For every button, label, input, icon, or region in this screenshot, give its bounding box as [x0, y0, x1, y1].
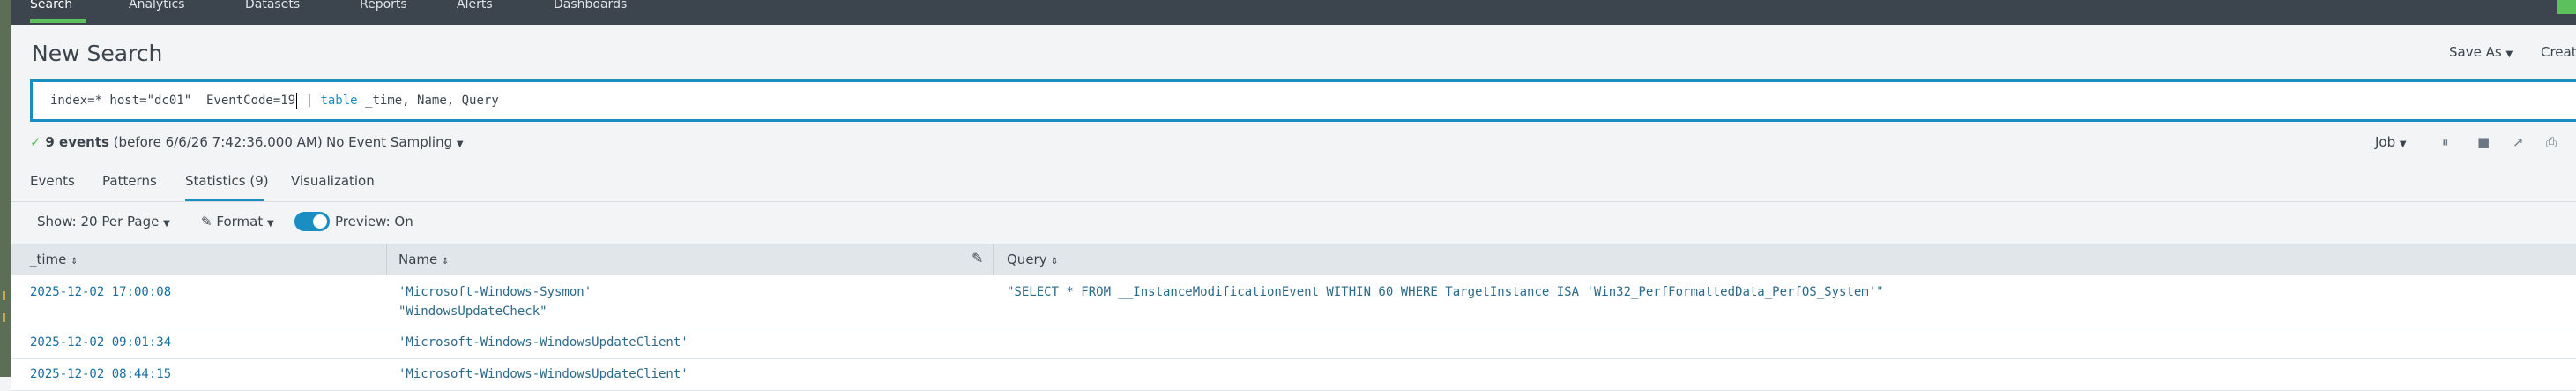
event-sampling-label: No Event Sampling	[326, 134, 453, 150]
preview-label: Preview: On	[335, 214, 413, 229]
chevron-down-icon: ▼	[267, 219, 274, 229]
query-command: table	[320, 94, 358, 108]
column-separator[interactable]	[993, 244, 994, 275]
chevron-down-icon: ▼	[2399, 139, 2407, 149]
tab-events[interactable]: Events	[30, 173, 75, 189]
query-suffix: _time, Name, Query	[357, 94, 499, 108]
chevron-down-icon: ▼	[456, 139, 464, 149]
event-sampling-dropdown[interactable]: No Event Sampling ▼	[326, 134, 464, 150]
tabs-divider	[11, 201, 2576, 202]
top-navigation: Search Analytics Datasets Reports Alerts…	[11, 0, 2576, 25]
table-row: 2025-12-02 09:01:34 'Microsoft-Windows-W…	[11, 327, 2576, 359]
share-icon[interactable]: ↗	[2513, 134, 2524, 150]
cell-time[interactable]: 2025-12-02 17:00:08	[30, 282, 171, 302]
cell-name[interactable]: 'Microsoft-Windows-Sysmon'	[398, 282, 592, 302]
nav-dashboards[interactable]: Dashboards	[554, 0, 627, 25]
search-timestamp: (before 6/6/26 7:42:36.000 AM)	[113, 134, 323, 150]
text-cursor	[296, 93, 298, 109]
column-label: _time	[30, 252, 67, 267]
nav-analytics[interactable]: Analytics	[129, 0, 185, 25]
left-desktop-strip	[0, 0, 11, 377]
pencil-icon: ✎	[201, 214, 212, 229]
column-header-query[interactable]: Query ⇕	[1007, 252, 1059, 267]
sort-icon: ⇕	[1051, 257, 1059, 267]
column-separator[interactable]	[386, 244, 387, 275]
cell-time[interactable]: 2025-12-02 09:01:34	[30, 333, 171, 352]
page-title: New Search	[32, 41, 163, 66]
cell-name[interactable]: 'Microsoft-Windows-WindowsUpdateClient'	[398, 333, 689, 352]
event-count: 9 events	[45, 134, 109, 150]
nav-active-indicator	[30, 19, 86, 23]
chevron-down-icon: ▼	[163, 219, 170, 229]
per-page-label: Show: 20 Per Page	[37, 214, 160, 229]
tab-statistics[interactable]: Statistics (9)	[185, 173, 269, 189]
search-input[interactable]: index=* host="dc01" EventCode=19 | table…	[30, 79, 2576, 122]
format-label: Format	[216, 214, 264, 229]
table-row: 2025-12-02 08:44:15 'Microsoft-Windows-W…	[11, 359, 2576, 391]
preview-toggle[interactable]	[294, 212, 330, 231]
create-button[interactable]: Creat	[2541, 44, 2576, 60]
job-label: Job	[2375, 134, 2396, 150]
check-icon: ✓	[30, 134, 41, 150]
chevron-down-icon: ▼	[2505, 49, 2513, 59]
pause-icon[interactable]: ⏸	[2442, 134, 2449, 150]
job-dropdown[interactable]: Job ▼	[2375, 134, 2407, 150]
cell-name[interactable]: 'Microsoft-Windows-WindowsUpdateClient'	[398, 365, 689, 384]
tab-patterns[interactable]: Patterns	[102, 173, 157, 189]
format-dropdown[interactable]: ✎ Format ▼	[201, 214, 274, 229]
save-as-label: Save As	[2449, 44, 2502, 60]
column-label: Name	[398, 252, 438, 267]
strip-marker	[3, 291, 5, 300]
nav-reports[interactable]: Reports	[360, 0, 407, 25]
table-header: _time ⇕ Name ⇕ ✎ Query ⇕	[11, 244, 2576, 275]
edit-column-icon[interactable]: ✎	[972, 250, 983, 267]
column-header-name[interactable]: Name ⇕	[398, 252, 449, 267]
cell-name[interactable]: "WindowsUpdateCheck"	[398, 302, 547, 321]
table-row: 2025-12-02 17:00:08 'Microsoft-Windows-S…	[11, 275, 2576, 327]
cell-time[interactable]: 2025-12-02 08:44:15	[30, 365, 171, 384]
app-corner-icon[interactable]	[2557, 0, 2576, 14]
stop-icon[interactable]: ■	[2477, 134, 2490, 150]
nav-alerts[interactable]: Alerts	[457, 0, 493, 25]
tab-visualization[interactable]: Visualization	[291, 173, 375, 189]
query-prefix: index=* host="dc01" EventCode=19	[50, 94, 296, 108]
print-icon[interactable]: ⎙	[2546, 134, 2557, 150]
search-page: Search Analytics Datasets Reports Alerts…	[11, 0, 2576, 391]
strip-marker	[3, 313, 5, 322]
results-summary: ✓ 9 events (before 6/6/26 7:42:36.000 AM…	[30, 134, 323, 150]
cell-query[interactable]: "SELECT * FROM __InstanceModificationEve…	[1007, 282, 1884, 302]
create-label: Creat	[2541, 44, 2576, 60]
query-pipe: |	[298, 94, 321, 108]
nav-datasets[interactable]: Datasets	[245, 0, 300, 25]
sort-icon: ⇕	[71, 257, 78, 267]
column-header-time[interactable]: _time ⇕	[30, 252, 78, 267]
column-label: Query	[1007, 252, 1047, 267]
save-as-button[interactable]: Save As ▼	[2449, 44, 2513, 60]
toggle-knob	[313, 214, 327, 229]
sort-icon: ⇕	[442, 257, 450, 267]
per-page-dropdown[interactable]: Show: 20 Per Page ▼	[37, 214, 170, 229]
